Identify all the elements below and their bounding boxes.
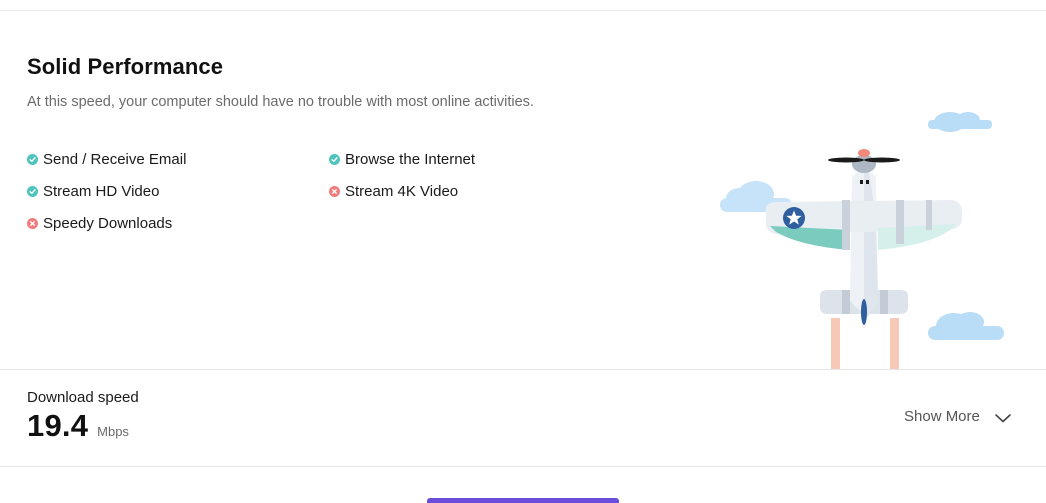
check-circle-icon (329, 153, 340, 165)
section-divider (0, 369, 1046, 370)
feature-label: Send / Receive Email (43, 150, 187, 168)
feature-item: Send / Receive Email (27, 150, 329, 168)
feature-list: Send / Receive Email Browse the Internet… (27, 150, 647, 232)
feature-label: Stream 4K Video (345, 182, 459, 200)
download-speed-label: Download speed (27, 389, 139, 406)
airplane-illustration (700, 100, 1020, 370)
cloud-icon (928, 112, 992, 132)
chevron-down-icon (994, 411, 1012, 423)
show-more-button[interactable]: Show More (904, 408, 1012, 425)
cloud-icon (928, 312, 1004, 340)
feature-item: Browse the Internet (329, 150, 631, 168)
feature-label: Stream HD Video (43, 182, 160, 200)
download-speed-unit: Mbps (97, 424, 129, 439)
result-description: At this speed, your computer should have… (27, 94, 534, 110)
section-divider (0, 466, 1046, 467)
download-speed-value: 19.4 (27, 408, 89, 443)
x-circle-icon (27, 217, 38, 229)
primary-action-button[interactable] (427, 498, 619, 503)
show-more-label: Show More (904, 408, 980, 425)
top-divider (0, 10, 1046, 11)
feature-label: Speedy Downloads (43, 214, 173, 232)
result-title: Solid Performance (27, 54, 224, 79)
check-circle-icon (27, 185, 38, 197)
feature-label: Browse the Internet (345, 150, 476, 168)
download-speed-readout: 19.4 Mbps (27, 408, 129, 444)
feature-item: Stream 4K Video (329, 182, 631, 200)
x-circle-icon (329, 185, 340, 197)
feature-item: Stream HD Video (27, 182, 329, 200)
result-card: Solid Performance At this speed, your co… (0, 0, 1046, 503)
feature-item: Speedy Downloads (27, 214, 329, 232)
check-circle-icon (27, 153, 38, 165)
